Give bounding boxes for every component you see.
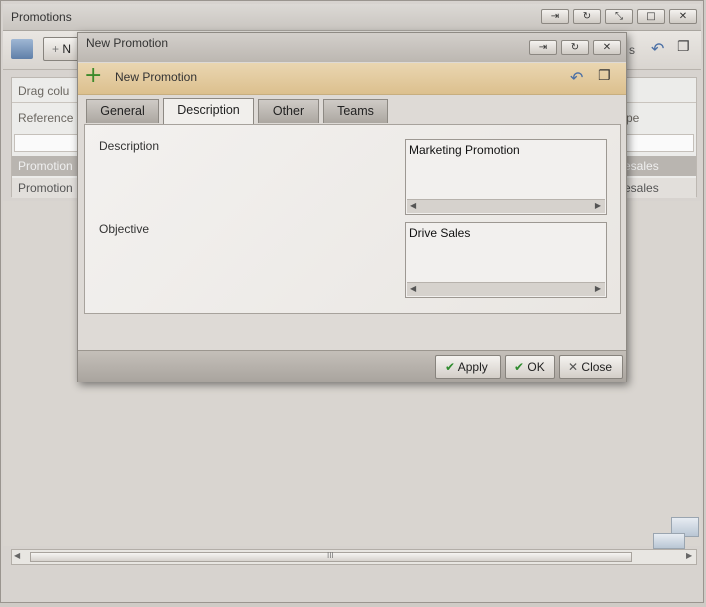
refresh-icon[interactable]: ↻ — [561, 40, 589, 55]
restore-icon[interactable]: ❐ — [598, 68, 611, 84]
objective-textarea[interactable]: Drive Sales ◀ ▶ — [405, 222, 607, 298]
scrollbar-thumb[interactable]: III — [30, 551, 632, 562]
close-icon[interactable]: ✕ — [669, 9, 697, 24]
textarea-horizontal-scrollbar[interactable]: ◀ ▶ — [407, 282, 605, 296]
arrow-left-icon[interactable]: ◀ — [14, 551, 20, 560]
main-window-title: Promotions — [11, 10, 72, 24]
restore-icon[interactable]: ❐ — [677, 39, 690, 55]
refresh-icon[interactable]: ↻ — [573, 9, 601, 24]
tab-other[interactable]: Other — [258, 99, 319, 123]
dialog-title-bar[interactable]: New Promotion ⇥ ↻ ✕ — [78, 33, 626, 62]
apply-button[interactable]: ✔ Apply — [435, 355, 501, 379]
tab-teams[interactable]: Teams — [323, 99, 388, 123]
group-drag-hint: Drag colu — [18, 84, 70, 98]
undo-icon[interactable]: ↶ — [570, 68, 583, 87]
plus-icon: + — [84, 63, 103, 88]
tab-description[interactable]: Description — [163, 98, 254, 124]
image-icon — [653, 533, 685, 549]
description-tab-panel: Description Marketing Promotion ◀ ▶ Obje… — [84, 124, 621, 314]
toolbar-partial-label: s — [629, 43, 635, 57]
arrow-left-icon[interactable]: ◀ — [410, 201, 416, 210]
pin-icon[interactable]: ⇥ — [529, 40, 557, 55]
description-textarea[interactable]: Marketing Promotion ◀ ▶ — [405, 139, 607, 215]
textarea-horizontal-scrollbar[interactable]: ◀ ▶ — [407, 199, 605, 213]
main-title-bar[interactable]: Promotions ⇥ ↻ ⤡ □ ✕ — [3, 4, 701, 31]
column-header-type[interactable]: pe — [626, 111, 639, 125]
dialog-header: + New Promotion ↶ ❐ — [78, 63, 626, 95]
dialog-footer: ✔ Apply ✔ OK ✕ Close — [78, 350, 626, 382]
plus-icon: + — [52, 42, 60, 56]
arrow-right-icon[interactable]: ▶ — [686, 551, 692, 560]
close-icon[interactable]: ✕ — [593, 40, 621, 55]
collapse-icon[interactable]: ⤡ — [605, 9, 633, 24]
ok-button[interactable]: ✔ OK — [505, 355, 555, 379]
close-icon: ✕ — [568, 360, 579, 374]
arrow-right-icon[interactable]: ▶ — [595, 284, 601, 293]
check-icon: ✔ — [514, 360, 525, 374]
undo-icon[interactable]: ↶ — [651, 39, 664, 58]
description-label: Description — [99, 139, 160, 153]
check-icon: ✔ — [445, 360, 456, 374]
dialog-header-title: New Promotion — [115, 70, 198, 84]
tree-view-icon[interactable] — [11, 39, 33, 59]
column-header-reference[interactable]: Reference — [18, 111, 73, 125]
pin-icon[interactable]: ⇥ — [541, 9, 569, 24]
arrow-right-icon[interactable]: ▶ — [595, 201, 601, 210]
maximize-icon[interactable]: □ — [637, 9, 665, 24]
arrow-left-icon[interactable]: ◀ — [410, 284, 416, 293]
dialog-title: New Promotion — [86, 36, 169, 50]
horizontal-scrollbar[interactable]: ◀ III ▶ — [11, 549, 697, 565]
tab-general[interactable]: General — [86, 99, 159, 123]
objective-label: Objective — [99, 222, 150, 236]
new-promotion-dialog: New Promotion ⇥ ↻ ✕ + New Promotion ↶ ❐ … — [77, 32, 627, 382]
close-button[interactable]: ✕ Close — [559, 355, 623, 379]
